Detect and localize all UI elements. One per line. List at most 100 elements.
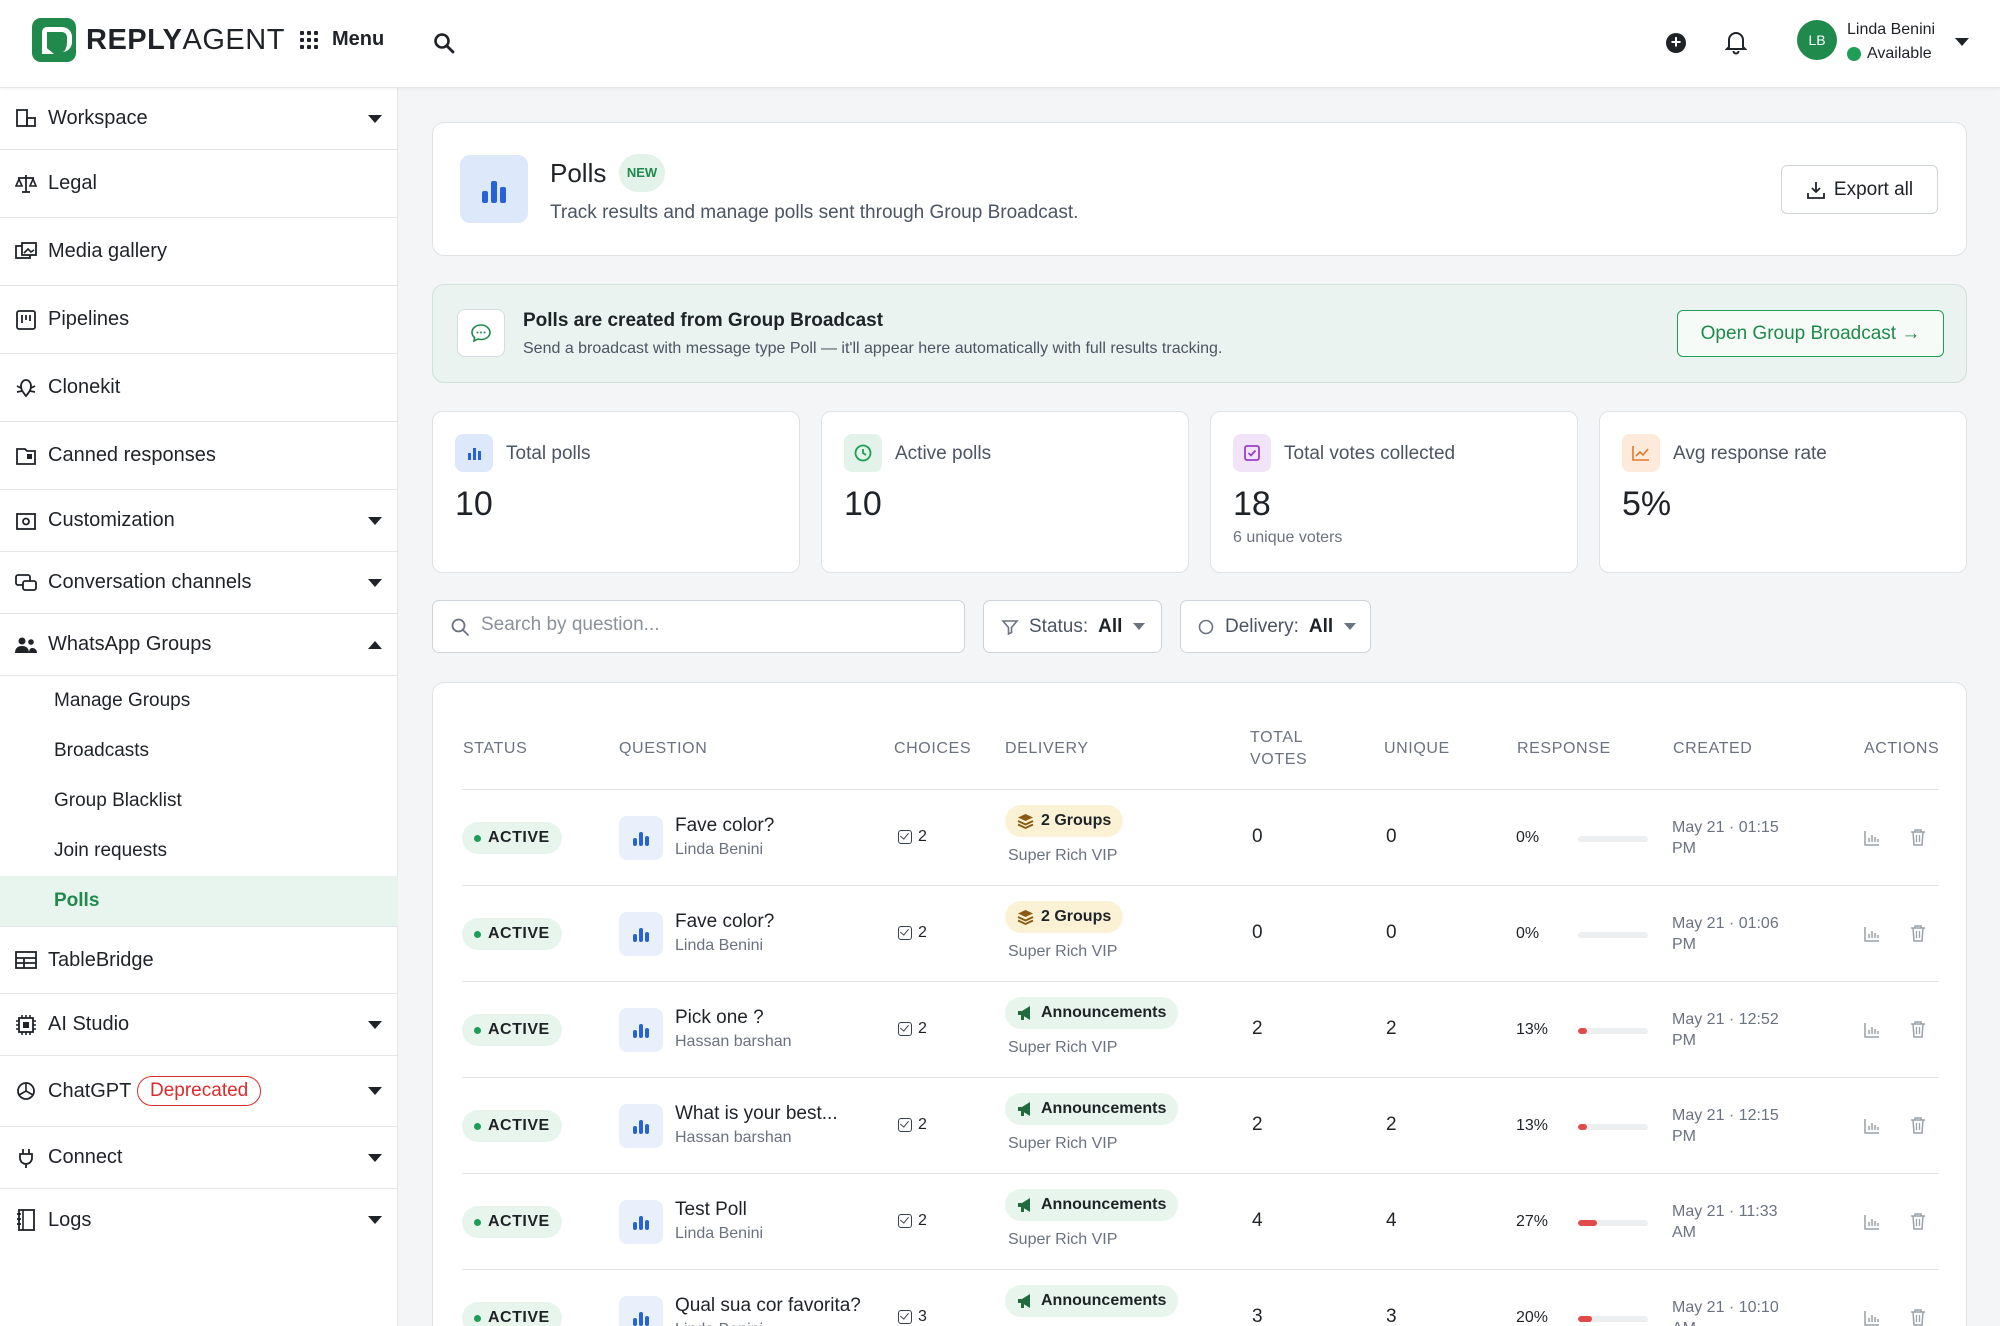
sidebar-item-customization[interactable]: Customization (0, 490, 398, 552)
search-input[interactable] (481, 614, 951, 636)
results-chart-icon[interactable] (1863, 1213, 1881, 1231)
search-icon[interactable] (433, 32, 455, 54)
bar-chart-icon (455, 434, 493, 472)
table-row[interactable]: ACTIVE Fave color? Linda Benini 2 2 Groups Su… (462, 790, 1939, 886)
poll-question[interactable]: Pick one ? (675, 1007, 764, 1029)
filter-icon (1001, 619, 1019, 635)
status-filter[interactable]: Status: All (983, 600, 1162, 653)
bell-icon[interactable] (1724, 29, 1748, 55)
response-progress-fill (1578, 1220, 1597, 1226)
logo[interactable]: REPLYAGENT (32, 18, 285, 62)
column-header-choices[interactable]: CHOICES (894, 740, 971, 758)
page-title: Polls (550, 158, 607, 188)
sidebar-subitem-manage-groups[interactable]: Manage Groups (0, 676, 398, 726)
column-header-response[interactable]: RESPONSE (1517, 740, 1611, 758)
sidebar-item-label: Conversation channels (48, 571, 252, 593)
column-header-question[interactable]: QUESTION (619, 740, 707, 758)
response-percent: 13% (1516, 1021, 1549, 1038)
page-subtitle: Track results and manage polls sent thro… (550, 202, 1079, 223)
table-row[interactable]: ACTIVE Qual sua cor favorita? Linda Benini… (462, 1270, 1939, 1326)
delivery-badge: Announcements (1005, 1189, 1179, 1221)
delivery-badge: 2 Groups (1005, 805, 1124, 837)
user-status[interactable]: Available (1847, 45, 1932, 63)
sidebar-item-connect[interactable]: Connect (0, 1127, 398, 1189)
table-row[interactable]: ACTIVE Fave color? Linda Benini 2 2 Groups Su… (462, 886, 1939, 982)
status-dot-icon (1847, 47, 1861, 61)
search-field[interactable] (432, 600, 965, 653)
delivery-badge: Announcements (1005, 1093, 1179, 1125)
column-header-status[interactable]: STATUS (463, 740, 527, 758)
delete-icon[interactable] (1909, 1020, 1927, 1039)
sidebar-subitem-broadcasts[interactable]: Broadcasts (0, 726, 398, 776)
poll-question[interactable]: Fave color? (675, 815, 774, 837)
sidebar-item-chatgpt[interactable]: ChatGPT Deprecated (0, 1056, 398, 1127)
column-header-total-votes-line2[interactable]: VOTES (1250, 751, 1307, 769)
delivery-label: 2 Groups (1041, 812, 1112, 829)
avatar[interactable]: LB (1797, 20, 1837, 60)
delivery-filter[interactable]: Delivery: All (1180, 600, 1371, 653)
sidebar-item-canned-responses[interactable]: Canned responses (0, 422, 398, 490)
sidebar-item-label: TableBridge (48, 948, 154, 971)
poll-question[interactable]: Test Poll (675, 1199, 747, 1221)
delete-icon[interactable] (1909, 1116, 1927, 1135)
add-icon[interactable]: + (1666, 33, 1686, 53)
column-header-unique[interactable]: UNIQUE (1384, 740, 1450, 758)
total-votes: 0 (1252, 922, 1263, 943)
sidebar-subitem-join-requests[interactable]: Join requests (0, 826, 398, 876)
results-chart-icon[interactable] (1863, 829, 1881, 847)
results-chart-icon[interactable] (1863, 925, 1881, 943)
sidebar-item-legal[interactable]: Legal (0, 150, 398, 218)
column-header-created[interactable]: CREATED (1673, 740, 1752, 758)
open-group-broadcast-button[interactable]: Open Group Broadcast → (1677, 310, 1944, 357)
download-icon (1806, 181, 1825, 199)
sidebar-item-media-gallery[interactable]: Media gallery (0, 218, 398, 286)
stat-label: Avg response rate (1673, 443, 1827, 464)
sidebar-item-pipelines[interactable]: Pipelines (0, 286, 398, 354)
poll-question[interactable]: Fave color? (675, 911, 774, 933)
response-progress-bar (1578, 836, 1648, 842)
sidebar-item-workspace[interactable]: Workspace (0, 88, 398, 150)
delivery-label: 2 Groups (1041, 908, 1112, 925)
sidebar-item-tablebridge[interactable]: TableBridge (0, 926, 398, 994)
table-row[interactable]: ACTIVE Test Poll Linda Benini 2 Announcement… (462, 1174, 1939, 1270)
results-chart-icon[interactable] (1863, 1309, 1881, 1326)
delete-icon[interactable] (1909, 1308, 1927, 1326)
poll-question[interactable]: What is your best... (675, 1103, 838, 1125)
sidebar-subitem-group-blacklist[interactable]: Group Blacklist (0, 776, 398, 826)
chevron-down-icon[interactable] (1955, 38, 1969, 46)
sidebar-item-clonekit[interactable]: Clonekit (0, 354, 398, 422)
poll-question[interactable]: Qual sua cor favorita? (675, 1295, 861, 1317)
status-badge: ACTIVE (462, 1206, 562, 1238)
sidebar-item-conversation-channels[interactable]: Conversation channels (0, 552, 398, 614)
info-description: Send a broadcast with message type Poll … (523, 340, 1223, 357)
column-header-total-votes[interactable]: TOTAL (1250, 729, 1303, 747)
search-icon (451, 618, 469, 636)
clonekit-icon (16, 378, 36, 397)
results-chart-icon[interactable] (1863, 1117, 1881, 1135)
results-chart-icon[interactable] (1863, 1021, 1881, 1039)
column-header-delivery[interactable]: DELIVERY (1005, 740, 1089, 758)
stat-label: Total votes collected (1284, 443, 1456, 464)
sidebar-item-ai-studio[interactable]: AI Studio (0, 994, 398, 1056)
delete-icon[interactable] (1909, 1212, 1927, 1231)
logo-text-light: AGENT (182, 23, 285, 56)
menu-button[interactable]: Menu (300, 28, 384, 51)
table-row[interactable]: ACTIVE Pick one ? Hassan barshan 2 Announcem… (462, 982, 1939, 1078)
delete-icon[interactable] (1909, 828, 1927, 847)
export-all-button[interactable]: Export all (1781, 165, 1938, 214)
delete-icon[interactable] (1909, 924, 1927, 943)
sidebar: Workspace Legal Media gallery Pipelines … (0, 88, 398, 1326)
total-votes: 3 (1252, 1306, 1263, 1326)
poll-author: Linda Benini (675, 1321, 763, 1326)
table-row[interactable]: ACTIVE What is your best... Hassan barshan… (462, 1078, 1939, 1174)
sidebar-subitem-polls[interactable]: Polls (0, 876, 398, 926)
logo-text-bold: REPLY (86, 23, 183, 56)
created-date: May 21 · 12:15 PM (1672, 1105, 1792, 1147)
sidebar-item-logs[interactable]: Logs (0, 1189, 398, 1251)
stat-label: Active polls (895, 443, 992, 464)
sidebar-item-whatsapp-groups[interactable]: WhatsApp Groups (0, 614, 398, 676)
user-name[interactable]: Linda Benini (1847, 21, 1935, 39)
choices-count: 3 (898, 1308, 927, 1326)
clock-icon (844, 434, 882, 472)
response-percent: 0% (1516, 829, 1540, 846)
